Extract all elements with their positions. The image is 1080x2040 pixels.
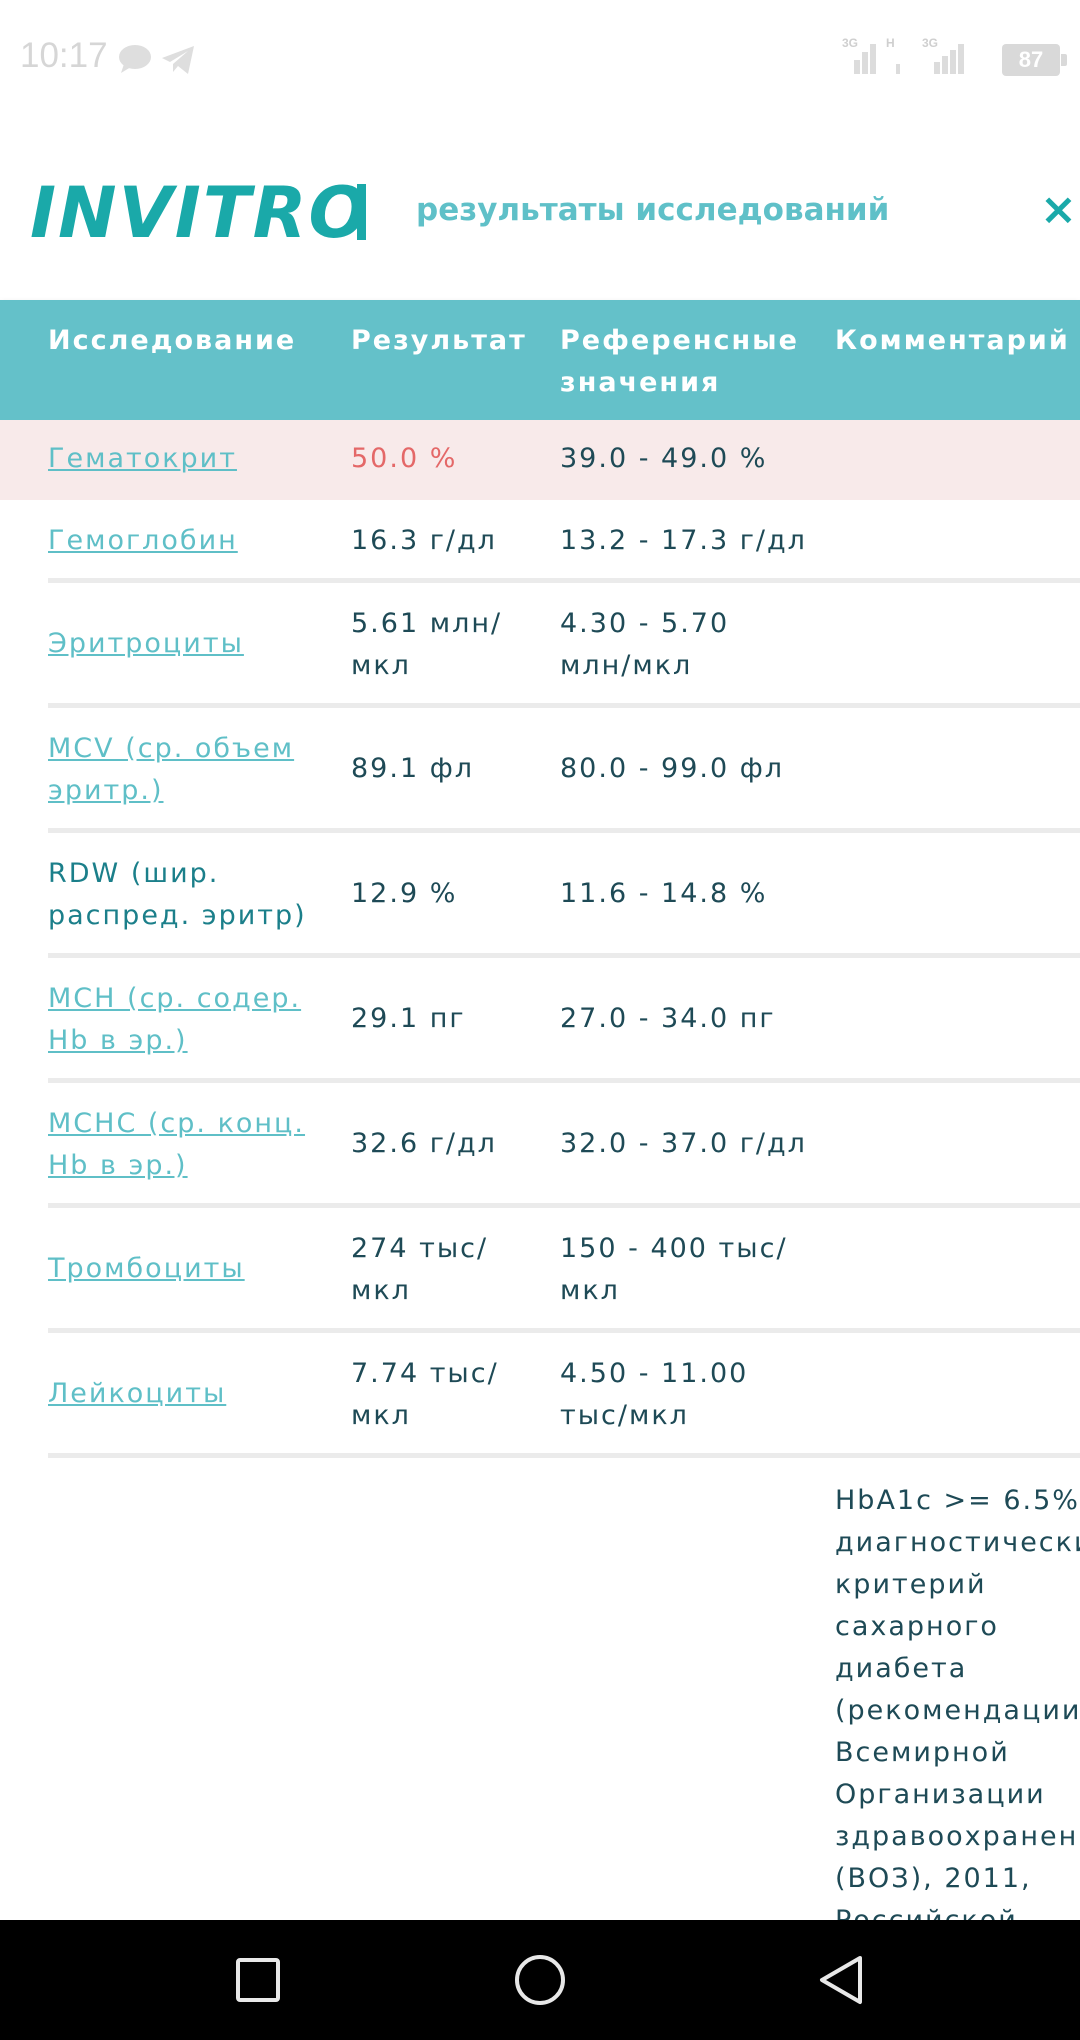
comment-line: здравоохранени <box>835 1821 1080 1852</box>
column-header-study: Исследование <box>48 325 297 356</box>
comment-text: HbA1c >= 6.5% - диагностически критерий сах… <box>835 1480 1080 1942</box>
study-link[interactable]: MCH (ср. содер. Hb в эр.) <box>48 978 308 1062</box>
study-link[interactable]: Лейкоциты <box>48 1373 226 1415</box>
comment-line: Организации <box>835 1779 1046 1810</box>
page-subtitle: результаты исследований <box>416 192 890 228</box>
reference-value: 13.2 - 17.3 г/дл <box>560 525 807 556</box>
back-triangle-icon[interactable] <box>812 1950 872 2010</box>
column-header-comment: Комментарий <box>835 325 1070 356</box>
signal-icon-2: H <box>886 36 910 74</box>
close-icon[interactable]: × <box>1040 180 1080 240</box>
comment-line: (ВОЗ), 2011, <box>835 1863 1032 1894</box>
status-icons: 3G H 3G 87 <box>842 36 1067 80</box>
table-row: Лейкоциты 7.74 тыс/ мкл 4.50 - 11.00 тыс… <box>48 1333 1080 1458</box>
results-table: Исследование Результат Референсные значе… <box>0 300 1080 1938</box>
result-value: 12.9 % <box>351 878 458 909</box>
chat-notification-icon <box>119 45 151 73</box>
recents-square-icon[interactable] <box>228 1950 288 2010</box>
study-link[interactable]: Гемоглобин <box>48 520 238 562</box>
reference-value: 32.0 - 37.0 г/дл <box>560 1128 807 1159</box>
comment-line: Всемирной <box>835 1737 1010 1768</box>
table-header: Исследование Результат Референсные значе… <box>0 300 1080 420</box>
table-row: MCV (ср. объем эритр.) 89.1 фл 80.0 - 99… <box>48 708 1080 833</box>
table-row: HbA1c >= 6.5% - диагностически критерий сах… <box>48 1458 1080 1938</box>
reference-value: 27.0 - 34.0 пг <box>560 1003 776 1034</box>
telegram-notification-icon <box>162 46 194 74</box>
table-row: Гемоглобин 16.3 г/дл 13.2 - 17.3 г/дл <box>48 500 1080 583</box>
result-value: 89.1 фл <box>351 753 475 784</box>
result-value: 274 тыс/ мкл <box>351 1233 489 1306</box>
reference-value: 11.6 - 14.8 % <box>560 878 768 909</box>
signal-icon-3: 3G <box>922 36 966 74</box>
logo-divider <box>357 184 366 240</box>
study-link[interactable]: MCV (ср. объем эритр.) <box>48 728 308 812</box>
table-row: MCHC (ср. конц. Hb в эр.) 32.6 г/дл 32.0… <box>48 1083 1080 1208</box>
comment-line: диабета <box>835 1653 968 1684</box>
table-row: Гематокрит 50.0 % 39.0 - 49.0 % <box>0 420 1080 500</box>
result-value: 16.3 г/дл <box>351 525 497 556</box>
home-circle-icon[interactable] <box>510 1950 570 2010</box>
invitro-logo: INVITRO <box>30 172 371 254</box>
comment-line: сахарного <box>835 1611 999 1642</box>
app-header: INVITRO результаты исследований × <box>0 160 1080 300</box>
battery-icon: 87 <box>1002 44 1067 76</box>
reference-value: 150 - 400 тыс/ мкл <box>560 1233 788 1306</box>
study-link[interactable]: MCHC (ср. конц. Hb в эр.) <box>48 1103 308 1187</box>
table-row: MCH (ср. содер. Hb в эр.) 29.1 пг 27.0 -… <box>48 958 1080 1083</box>
study-link[interactable]: Тромбоциты <box>48 1248 245 1290</box>
reference-value: 39.0 - 49.0 % <box>560 443 768 474</box>
column-header-reference: Референсные значения <box>560 325 799 398</box>
study-name: RDW (шир. распред. эритр) <box>48 858 307 931</box>
study-link[interactable]: Эритроциты <box>48 623 244 665</box>
table-row: Эритроциты 5.61 млн/ мкл 4.30 - 5.70 млн… <box>48 583 1080 708</box>
table-row: RDW (шир. распред. эритр) 12.9 % 11.6 - … <box>48 833 1080 958</box>
status-time: 10:17 <box>20 36 108 75</box>
column-header-result: Результат <box>351 325 527 356</box>
study-link[interactable]: Гематокрит <box>48 438 237 480</box>
result-value: 7.74 тыс/ мкл <box>351 1358 499 1431</box>
comment-line: (рекомендации <box>835 1695 1080 1726</box>
reference-value: 4.30 - 5.70 млн/мкл <box>560 608 730 681</box>
result-value: 32.6 г/дл <box>351 1128 497 1159</box>
android-nav-bar <box>0 1920 1080 2040</box>
comment-line: критерий <box>835 1569 987 1600</box>
reference-value: 4.50 - 11.00 тыс/мкл <box>560 1358 749 1431</box>
result-value: 29.1 пг <box>351 1003 466 1034</box>
reference-value: 80.0 - 99.0 фл <box>560 753 785 784</box>
signal-icon-1: 3G <box>842 36 876 74</box>
result-value: 5.61 млн/ мкл <box>351 608 503 681</box>
result-value: 50.0 % <box>351 443 458 474</box>
comment-line: диагностически <box>835 1527 1080 1558</box>
status-bar: 10:17 3G H 3G 87 <box>0 0 1080 120</box>
table-row: Тромбоциты 274 тыс/ мкл 150 - 400 тыс/ м… <box>48 1208 1080 1333</box>
comment-line: HbA1c >= 6.5% - <box>835 1485 1080 1516</box>
